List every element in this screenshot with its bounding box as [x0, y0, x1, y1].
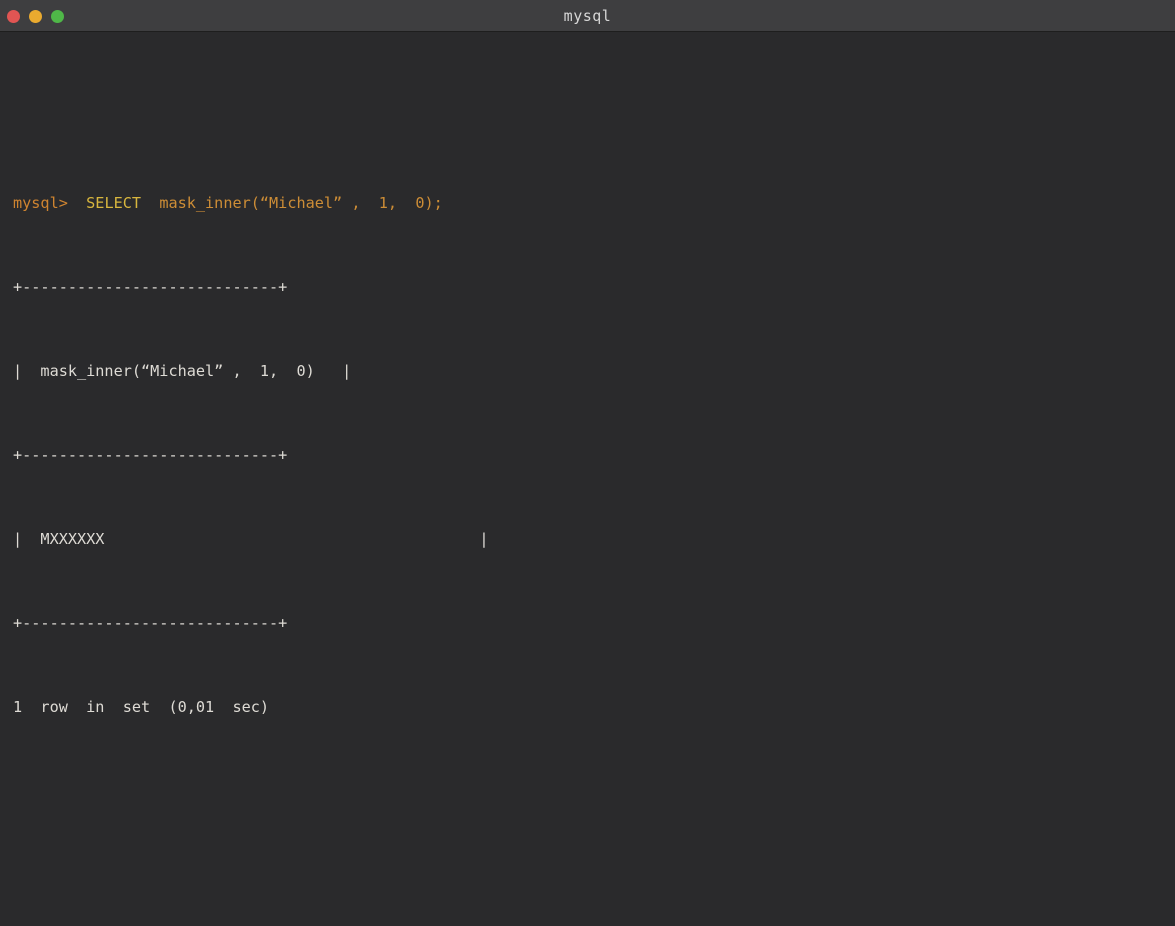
close-button[interactable]: [7, 10, 20, 23]
traffic-lights: [7, 0, 64, 32]
table-border-top: +----------------------------+: [13, 273, 1165, 301]
query-block-2: mysql> SELECT mask_inner(“12345678901234…: [13, 889, 1165, 926]
table-border-mid: +----------------------------+: [13, 441, 1165, 469]
maximize-button[interactable]: [51, 10, 64, 23]
table-border-bottom: +----------------------------+: [13, 609, 1165, 637]
window-title: mysql: [0, 7, 1175, 25]
table-data-row: | MXXXXXX |: [13, 525, 1165, 553]
mysql-prompt: mysql>: [13, 194, 68, 212]
window-titlebar[interactable]: mysql: [0, 0, 1175, 32]
query-line: mysql> SELECT mask_inner(“Michael” , 1, …: [13, 189, 1165, 217]
sql-keyword: SELECT: [68, 194, 141, 212]
terminal-output[interactable]: mysql> SELECT mask_inner(“Michael” , 1, …: [0, 32, 1175, 926]
status-line: 1 row in set (0,01 sec): [13, 693, 1165, 721]
query-block-1: mysql> SELECT mask_inner(“Michael” , 1, …: [13, 133, 1165, 777]
minimize-button[interactable]: [29, 10, 42, 23]
sql-arguments: mask_inner(“Michael” , 1, 0);: [141, 194, 443, 212]
table-header-row: | mask_inner(“Michael” , 1, 0) |: [13, 357, 1165, 385]
